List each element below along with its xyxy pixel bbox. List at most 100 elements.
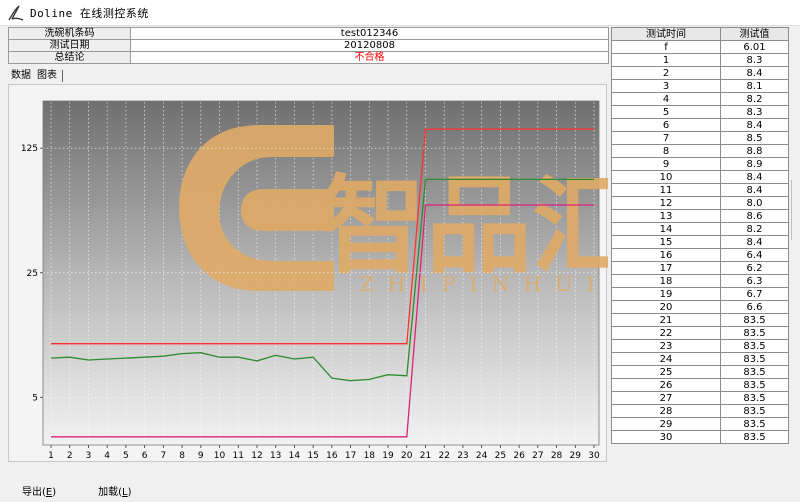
cell-time: f: [611, 40, 721, 54]
cell-value: 83.5: [720, 326, 789, 340]
cell-time: 22: [611, 326, 721, 340]
x-tick-label: 20: [401, 451, 413, 461]
table-row[interactable]: 5 8.3: [611, 105, 789, 119]
table-row[interactable]: 9 8.9: [611, 157, 789, 171]
x-tick-label: 11: [233, 451, 244, 461]
cell-value: 8.9: [720, 157, 789, 171]
x-tick-label: 13: [270, 451, 281, 461]
table-row[interactable]: 29 83.5: [611, 417, 789, 431]
cell-value: 83.5: [720, 430, 789, 444]
col-header-value[interactable]: 测试值: [720, 27, 789, 41]
cell-time: 26: [611, 378, 721, 392]
table-row[interactable]: 3 8.1: [611, 79, 789, 93]
cell-value: 8.4: [720, 170, 789, 184]
x-tick-label: 3: [86, 451, 92, 461]
x-tick-label: 22: [438, 451, 449, 461]
cell-value: 8.4: [720, 66, 789, 80]
table-row[interactable]: 10 8.4: [611, 170, 789, 184]
x-tick-label: 15: [307, 451, 318, 461]
window-title: Doline 在线测控系统: [30, 6, 149, 20]
table-row[interactable]: 6 8.4: [611, 118, 789, 132]
load-label: 加载(: [98, 486, 123, 498]
table-row[interactable]: 19 6.7: [611, 287, 789, 301]
conclusion-value: 不合格: [130, 51, 609, 64]
table-row[interactable]: 22 83.5: [611, 326, 789, 340]
table-row[interactable]: 8 8.8: [611, 144, 789, 158]
x-tick-label: 18: [364, 451, 376, 461]
cell-value: 8.2: [720, 92, 789, 106]
cell-time: 10: [611, 170, 721, 184]
y-tick-label: 25: [27, 269, 38, 279]
table-row[interactable]: 26 83.5: [611, 378, 789, 392]
cell-time: 13: [611, 209, 721, 223]
chart-panel: 智品汇 Z H I P I N H U I 5 25 125 1 2 3 4 5 6 7 8 9 10…: [8, 84, 608, 462]
table-row[interactable]: 12 8.0: [611, 196, 789, 210]
table-row[interactable]: 16 6.4: [611, 248, 789, 262]
x-tick-label: 28: [551, 451, 563, 461]
results-table: 测试时间 测试值 f 6.01 1 8.3 2 8.4 3 8.1 4 8.2 5 8.3 6 8.4 7 8…: [611, 27, 789, 444]
cell-time: 3: [611, 79, 721, 93]
conclusion-label: 总结论: [8, 51, 131, 64]
table-row[interactable]: 28 83.5: [611, 404, 789, 418]
tab-divider: [62, 70, 63, 82]
cell-time: 1: [611, 53, 721, 67]
cell-time: 21: [611, 313, 721, 327]
y-tick-label: 5: [32, 393, 38, 403]
info-row-barcode: 洗碗机条码 test012346: [8, 27, 609, 40]
table-row[interactable]: 4 8.2: [611, 92, 789, 106]
cell-time: 25: [611, 365, 721, 379]
window-edge: [791, 180, 800, 240]
cell-value: 8.4: [720, 183, 789, 197]
export-label-end: ): [52, 486, 57, 498]
watermark-emblem: [179, 125, 334, 291]
x-tick-label: 17: [345, 451, 356, 461]
load-button[interactable]: 加载(L): [94, 481, 135, 500]
cell-value: 83.5: [720, 365, 789, 379]
cell-time: 12: [611, 196, 721, 210]
table-row[interactable]: 27 83.5: [611, 391, 789, 405]
table-row[interactable]: f 6.01: [611, 40, 789, 54]
x-tick-label: 21: [420, 451, 431, 461]
load-label-end: ): [127, 486, 132, 498]
table-row[interactable]: 13 8.6: [611, 209, 789, 223]
cell-time: 11: [611, 183, 721, 197]
cell-value: 6.7: [720, 287, 789, 301]
table-row[interactable]: 21 83.5: [611, 313, 789, 327]
cell-time: 27: [611, 391, 721, 405]
table-row[interactable]: 20 6.6: [611, 300, 789, 314]
col-header-time[interactable]: 测试时间: [611, 27, 721, 41]
cell-value: 83.5: [720, 339, 789, 353]
cell-time: 8: [611, 144, 721, 158]
table-row[interactable]: 17 6.2: [611, 261, 789, 275]
table-row[interactable]: 18 6.3: [611, 274, 789, 288]
x-tick-label: 26: [513, 451, 525, 461]
x-tick-label: 4: [104, 451, 110, 461]
tab-chart[interactable]: 图表: [34, 69, 60, 83]
cell-time: 7: [611, 131, 721, 145]
export-button[interactable]: 导出(E): [18, 481, 60, 500]
cell-time: 14: [611, 222, 721, 236]
table-row[interactable]: 15 8.4: [611, 235, 789, 249]
cell-value: 8.4: [720, 118, 789, 132]
table-row[interactable]: 7 8.5: [611, 131, 789, 145]
x-tick-label: 1: [48, 451, 54, 461]
table-row[interactable]: 23 83.5: [611, 339, 789, 353]
tab-data[interactable]: 数据: [8, 69, 34, 83]
table-row[interactable]: 24 83.5: [611, 352, 789, 366]
title-bar: Doline 在线测控系统: [0, 0, 800, 26]
results-body: f 6.01 1 8.3 2 8.4 3 8.1 4 8.2 5 8.3 6 8.4 7 8.5 8 8.8 9 8.…: [611, 40, 789, 444]
table-row[interactable]: 1 8.3: [611, 53, 789, 67]
cell-time: 15: [611, 235, 721, 249]
table-row[interactable]: 11 8.4: [611, 183, 789, 197]
cell-time: 30: [611, 430, 721, 444]
cell-time: 28: [611, 404, 721, 418]
x-tick-label: 27: [532, 451, 543, 461]
table-row[interactable]: 2 8.4: [611, 66, 789, 80]
table-row[interactable]: 25 83.5: [611, 365, 789, 379]
x-tick-label: 29: [570, 451, 582, 461]
cell-value: 8.1: [720, 79, 789, 93]
x-tick-label: 23: [457, 451, 468, 461]
cell-time: 16: [611, 248, 721, 262]
table-row[interactable]: 30 83.5: [611, 430, 789, 444]
table-row[interactable]: 14 8.2: [611, 222, 789, 236]
